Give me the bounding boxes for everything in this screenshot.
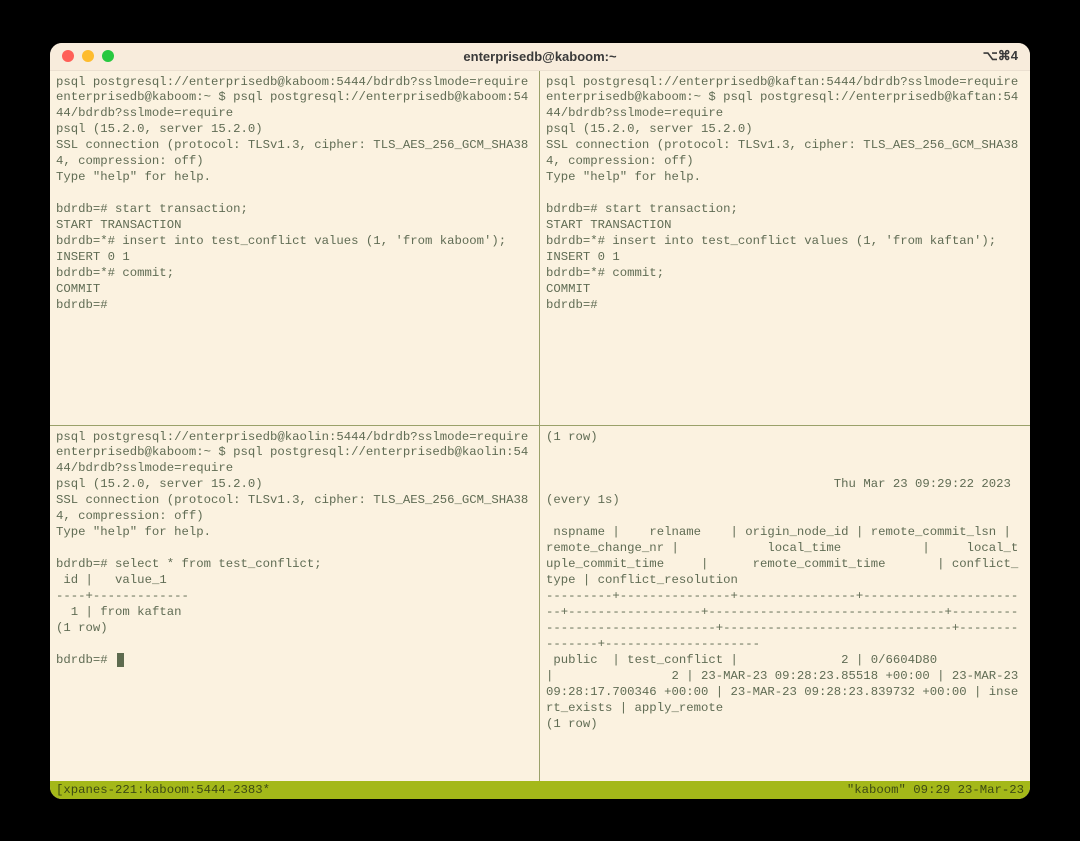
- pane-content: psql postgresql://enterprisedb@kaftan:54…: [546, 75, 1018, 313]
- pane-top-left[interactable]: psql postgresql://enterprisedb@kaboom:54…: [50, 71, 540, 426]
- traffic-lights: [62, 50, 114, 62]
- tmux-statusbar: [xpanes-221:kaboom:5444-2383* "kaboom" 0…: [50, 781, 1030, 799]
- close-window-button[interactable]: [62, 50, 74, 62]
- titlebar: enterprisedb@kaboom:~ ⌥⌘4: [50, 43, 1030, 71]
- tmux-panes: psql postgresql://enterprisedb@kaboom:54…: [50, 71, 1030, 781]
- pane-bottom-right[interactable]: (1 row) Thu Mar 23 09:29:22 2023 (every …: [540, 426, 1030, 781]
- statusbar-left: [xpanes-221:kaboom:5444-2383*: [56, 781, 270, 799]
- minimize-window-button[interactable]: [82, 50, 94, 62]
- terminal-body[interactable]: psql postgresql://enterprisedb@kaboom:54…: [50, 71, 1030, 799]
- statusbar-right: "kaboom" 09:29 23-Mar-23: [847, 781, 1024, 799]
- pane-bottom-left[interactable]: psql postgresql://enterprisedb@kaolin:54…: [50, 426, 540, 781]
- window-shortcut-label: ⌥⌘4: [983, 48, 1018, 64]
- pane-content: psql postgresql://enterprisedb@kaboom:54…: [56, 75, 528, 313]
- cursor-icon: [117, 653, 124, 667]
- pane-top-right[interactable]: psql postgresql://enterprisedb@kaftan:54…: [540, 71, 1030, 426]
- terminal-window: enterprisedb@kaboom:~ ⌥⌘4 psql postgresq…: [50, 43, 1030, 799]
- pane-content: (1 row) Thu Mar 23 09:29:22 2023 (every …: [546, 430, 1030, 732]
- window-title: enterprisedb@kaboom:~: [50, 49, 1030, 64]
- pane-content: psql postgresql://enterprisedb@kaolin:54…: [56, 430, 528, 668]
- maximize-window-button[interactable]: [102, 50, 114, 62]
